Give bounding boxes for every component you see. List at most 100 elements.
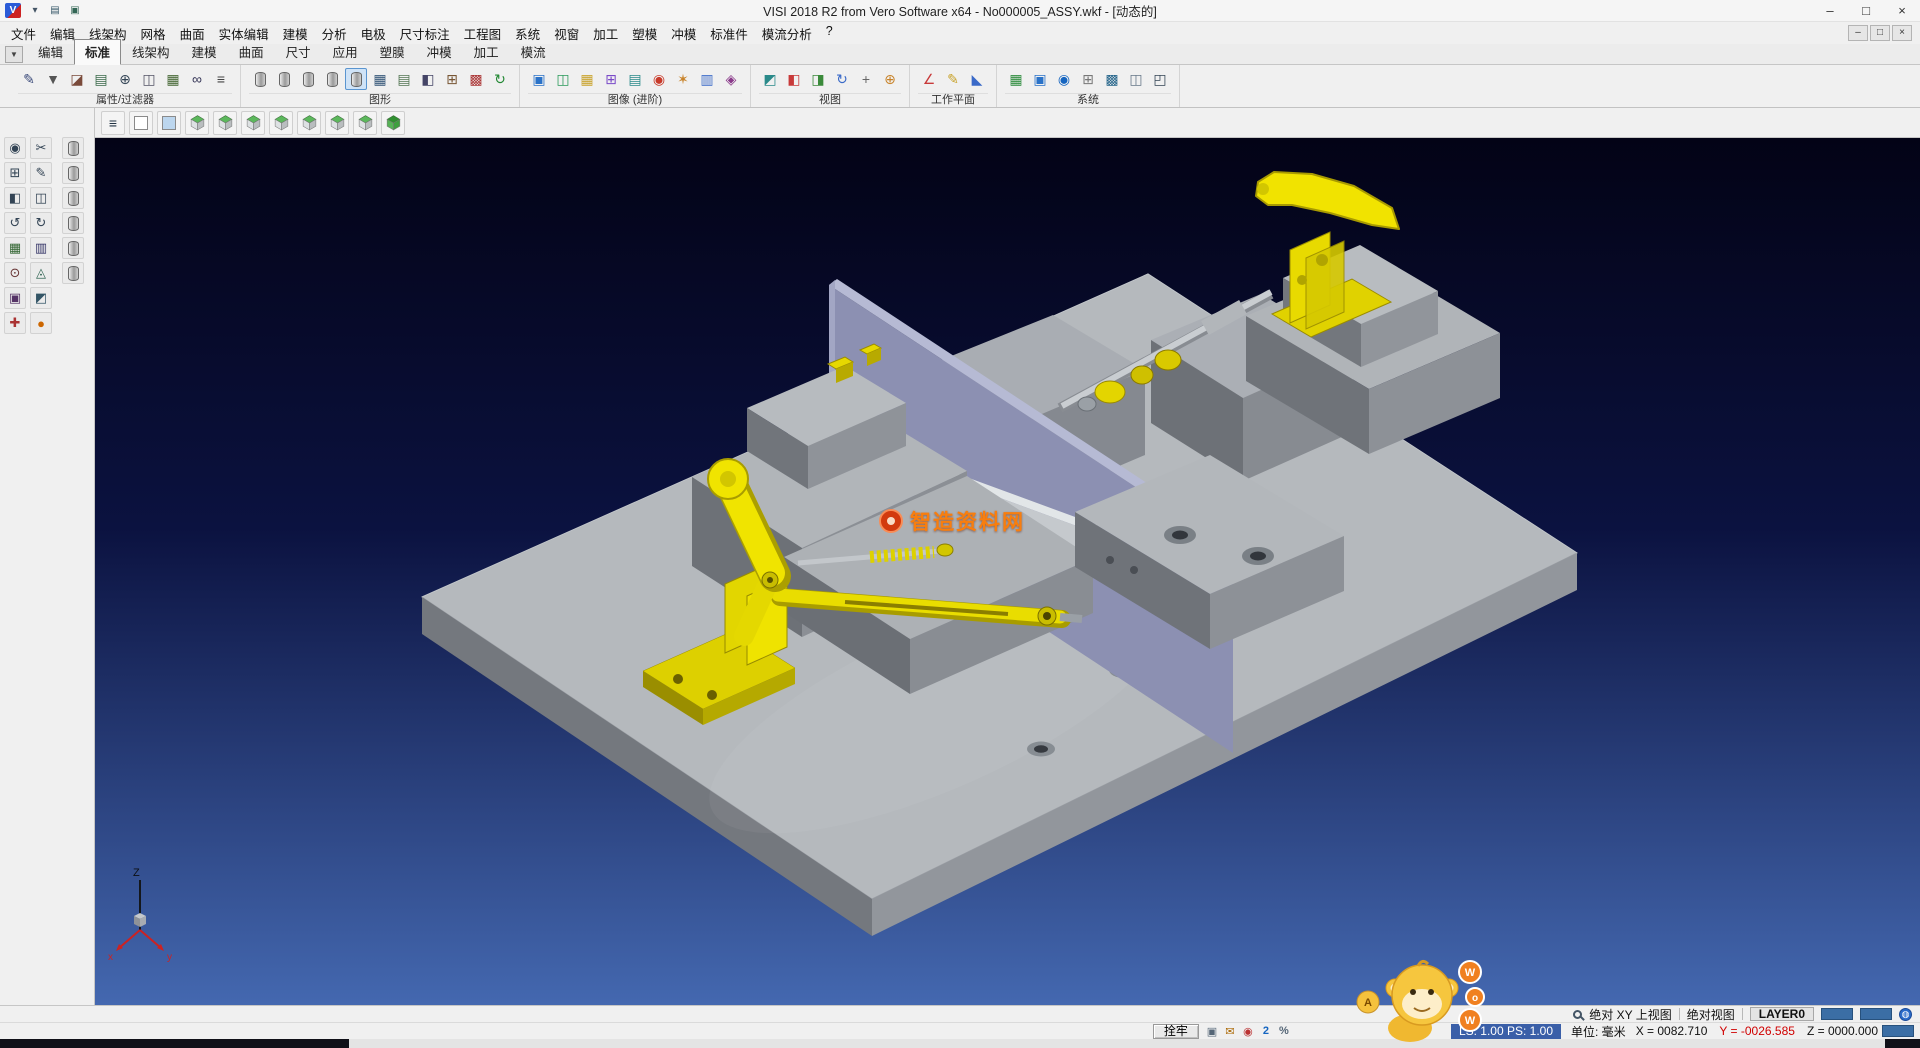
workplane-angle-icon[interactable]: ∠ (918, 68, 940, 90)
tab-dropdown-icon[interactable]: ▼ (5, 46, 23, 63)
system-menu-icon[interactable]: ▾ (26, 3, 44, 19)
workplane-axis-icon[interactable]: ◣ (966, 68, 988, 90)
layer-1-icon[interactable] (249, 68, 271, 90)
system-snap-icon[interactable]: ⊞ (1077, 68, 1099, 90)
mask-icon[interactable]: ▦ (162, 68, 184, 90)
tab-9[interactable]: 冲模 (416, 39, 463, 64)
mdi-minimize-button[interactable]: – (1848, 25, 1868, 41)
os-taskbar[interactable] (0, 1039, 1920, 1048)
shading-icon[interactable]: ◧ (417, 68, 439, 90)
cube-shaded-icon[interactable] (381, 111, 405, 135)
layer-chip[interactable]: LAYER0 (1750, 1007, 1814, 1021)
cube-iso-1-icon[interactable] (325, 111, 349, 135)
refresh-icon[interactable]: ↻ (489, 68, 511, 90)
status-help2-icon[interactable]: 2 (1257, 1024, 1275, 1039)
undo-icon[interactable]: ↺ (4, 212, 26, 234)
white-background-icon[interactable] (129, 111, 153, 135)
grid-display-icon[interactable]: ▦ (369, 68, 391, 90)
layer-active-icon[interactable] (345, 68, 367, 90)
chain-select-icon[interactable]: ∞ (186, 68, 208, 90)
options-list-icon[interactable]: ≡ (210, 68, 232, 90)
system-grid-icon[interactable]: ▦ (1005, 68, 1027, 90)
menu-item-17[interactable]: 标准件 (703, 22, 755, 45)
filter-layer-3-icon[interactable] (62, 187, 84, 209)
close-button[interactable]: × (1884, 0, 1920, 21)
blue-background-icon[interactable] (157, 111, 181, 135)
tab-4[interactable]: 建模 (181, 39, 228, 64)
grid-snap-icon[interactable]: ⊞ (4, 162, 26, 184)
view-label[interactable]: 绝对 XY 上视图 (1589, 1006, 1671, 1023)
filter-layer-5-icon[interactable] (62, 237, 84, 259)
trim-icon[interactable]: ✂ (30, 137, 52, 159)
image-star-icon[interactable]: ✶ (672, 68, 694, 90)
system-config-icon[interactable]: ◫ (1125, 68, 1147, 90)
view-iso-icon[interactable]: ◩ (759, 68, 781, 90)
filter-layer-6-icon[interactable] (62, 262, 84, 284)
mdi-close-button[interactable]: × (1892, 25, 1912, 41)
filter-drop-icon[interactable]: ▼ (42, 68, 64, 90)
view-zoom-icon[interactable]: ⊕ (879, 68, 901, 90)
match-properties-icon[interactable]: ⊕ (114, 68, 136, 90)
view-rotate-icon[interactable]: ↻ (831, 68, 853, 90)
sketch-icon[interactable]: ✎ (30, 162, 52, 184)
half-view-icon[interactable]: ◧ (4, 187, 26, 209)
layer-3-icon[interactable] (297, 68, 319, 90)
tab-10[interactable]: 加工 (463, 39, 510, 64)
panel-view-icon[interactable]: ◫ (30, 187, 52, 209)
image-capture-icon[interactable]: ▣ (528, 68, 550, 90)
tab-5[interactable]: 曲面 (228, 39, 275, 64)
image-diamond-icon[interactable]: ◈ (720, 68, 742, 90)
minimize-button[interactable]: – (1812, 0, 1848, 21)
image-tiles-icon[interactable]: ⊞ (600, 68, 622, 90)
lock-button[interactable]: 拴牢 (1153, 1024, 1199, 1039)
add-icon[interactable]: ✚ (4, 312, 26, 334)
zoom-select-icon[interactable]: ◉ (4, 137, 26, 159)
tab-1[interactable]: 编辑 (27, 39, 74, 64)
viewport-3d[interactable]: Z x y 智造资料网 (95, 138, 1920, 1005)
status-record-icon[interactable]: ◉ (1239, 1024, 1257, 1039)
image-columns-icon[interactable]: ▥ (696, 68, 718, 90)
cube-left-view-icon[interactable] (241, 111, 265, 135)
tab-6[interactable]: 尺寸 (275, 39, 322, 64)
viewport-menu-icon[interactable]: ≡ (101, 111, 125, 135)
system-table-icon[interactable]: ▩ (1101, 68, 1123, 90)
solid-icon[interactable]: ▣ (4, 287, 26, 309)
menu-item-15[interactable]: 塑模 (625, 22, 664, 45)
wireframe-icon[interactable]: ▤ (393, 68, 415, 90)
layer-2-icon[interactable] (273, 68, 295, 90)
view-front-icon[interactable]: ◧ (783, 68, 805, 90)
restore-button[interactable]: □ (1848, 0, 1884, 21)
image-rows-icon[interactable]: ▤ (624, 68, 646, 90)
filter-layer-2-icon[interactable] (62, 162, 84, 184)
tab-7[interactable]: 应用 (322, 39, 369, 64)
tab-2[interactable]: 标准 (74, 39, 121, 65)
redo-icon[interactable]: ↻ (30, 212, 52, 234)
quick-save-icon[interactable]: ▣ (66, 3, 84, 19)
cube-back-view-icon[interactable] (297, 111, 321, 135)
image-target-icon[interactable]: ◉ (648, 68, 670, 90)
eraser-icon[interactable]: ◪ (66, 68, 88, 90)
system-calc-icon[interactable]: ◰ (1149, 68, 1171, 90)
tab-8[interactable]: 塑膜 (369, 39, 416, 64)
magnifier-icon[interactable] (1573, 1010, 1582, 1019)
columns-icon[interactable]: ▥ (30, 237, 52, 259)
filter-layer-active-icon[interactable] (62, 212, 84, 234)
tab-11[interactable]: 模流 (510, 39, 557, 64)
menu-item-16[interactable]: 冲模 (664, 22, 703, 45)
mdi-restore-button[interactable]: □ (1870, 25, 1890, 41)
world-icon[interactable]: ◍ (1899, 1008, 1912, 1021)
status-mail-icon[interactable]: ✉ (1221, 1024, 1239, 1039)
quick-new-icon[interactable]: ▤ (46, 3, 64, 19)
view-mode[interactable]: 绝对视图 (1687, 1006, 1735, 1023)
menu-item-19[interactable]: ? (819, 22, 840, 45)
system-world-icon[interactable]: ◉ (1053, 68, 1075, 90)
workplane-edit-icon[interactable]: ✎ (942, 68, 964, 90)
image-grid-icon[interactable]: ▦ (576, 68, 598, 90)
cube-top-view-icon[interactable] (185, 111, 209, 135)
taskbar-window-segment[interactable] (349, 1039, 1885, 1048)
tab-3[interactable]: 线架构 (121, 39, 181, 64)
menu-item-14[interactable]: 加工 (586, 22, 625, 45)
cube-iso-2-icon[interactable] (353, 111, 377, 135)
image-window-icon[interactable]: ◫ (552, 68, 574, 90)
view-style-icon[interactable]: ▩ (465, 68, 487, 90)
